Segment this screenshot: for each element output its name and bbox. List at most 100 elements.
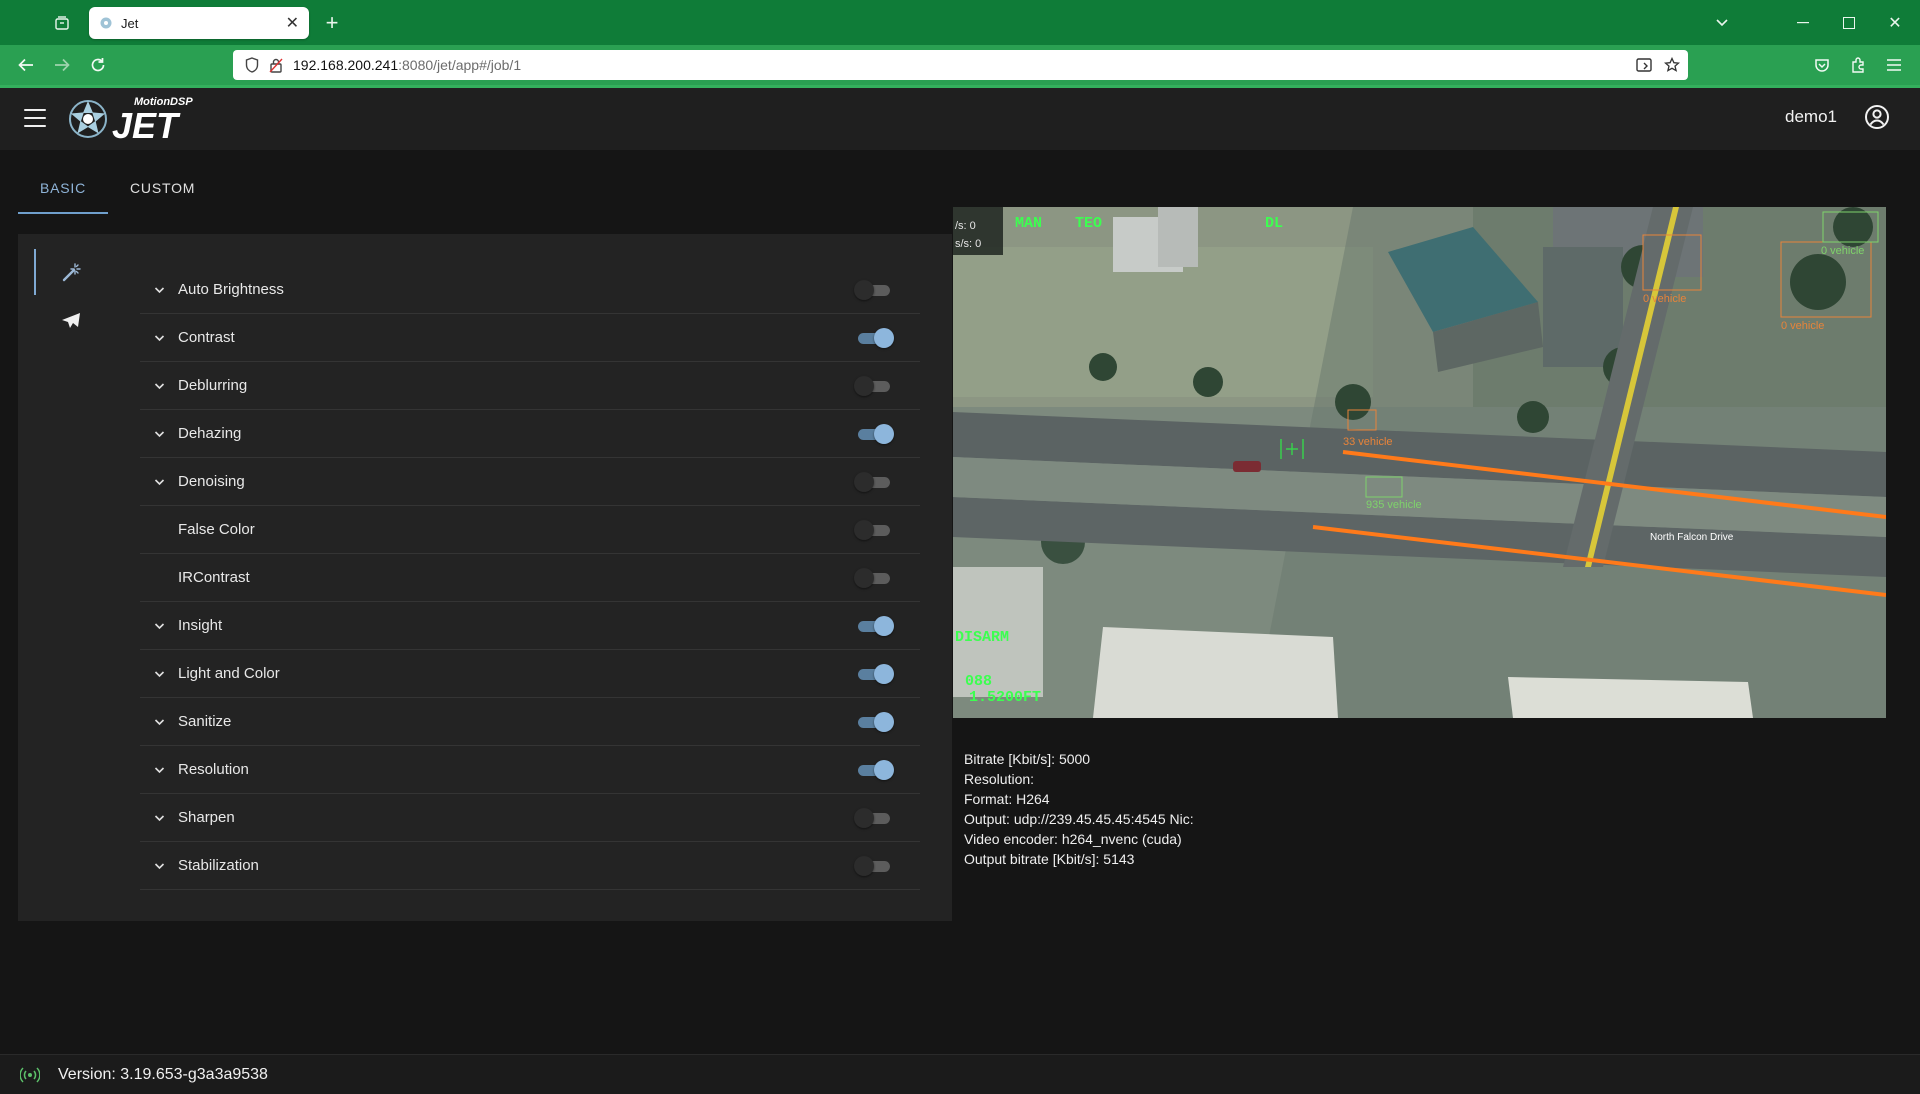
- stat-line: Resolution:: [964, 769, 1194, 789]
- chevron-down-icon[interactable]: [140, 334, 178, 342]
- stat-label: Output:: [964, 811, 1010, 827]
- stream-stats: Bitrate [Kbit/s]: 5000 Resolution: Format…: [964, 749, 1194, 869]
- filter-label: Deblurring: [178, 377, 248, 394]
- filter-toggle[interactable]: [854, 376, 894, 396]
- filter-toggle[interactable]: [854, 280, 894, 300]
- filter-row[interactable]: Light and Color: [140, 650, 920, 698]
- filter-label: Stabilization: [178, 857, 259, 874]
- pocket-icon[interactable]: [1808, 45, 1836, 85]
- stat-label: Output bitrate [Kbit/s]:: [964, 851, 1100, 867]
- filter-toggle[interactable]: [854, 424, 894, 444]
- chevron-down-icon[interactable]: [140, 766, 178, 774]
- filter-row[interactable]: Sanitize: [140, 698, 920, 746]
- filter-row[interactable]: IRContrast: [140, 554, 920, 602]
- stat-line: Output bitrate [Kbit/s]: 5143: [964, 849, 1194, 869]
- chevron-down-icon[interactable]: [140, 430, 178, 438]
- filter-row[interactable]: Contrast: [140, 314, 920, 362]
- filter-label: Sharpen: [178, 809, 235, 826]
- insecure-lock-icon[interactable]: [269, 57, 283, 73]
- stat-value: 5000: [1058, 751, 1091, 767]
- mode-tabs: BASIC CUSTOM: [18, 170, 217, 214]
- filter-label: Sanitize: [178, 713, 232, 730]
- bookmark-star-icon[interactable]: [1664, 50, 1680, 80]
- chevron-down-icon[interactable]: [140, 814, 178, 822]
- chevron-down-icon[interactable]: [1708, 0, 1736, 45]
- chevron-down-icon[interactable]: [140, 622, 178, 630]
- filter-toggle[interactable]: [854, 856, 894, 876]
- filter-row[interactable]: Denoising: [140, 458, 920, 506]
- shield-icon[interactable]: [245, 57, 259, 73]
- browser-nav-bar: 192.168.200.241:8080/jet/app#/job/1: [0, 45, 1920, 85]
- chevron-down-icon[interactable]: [140, 286, 178, 294]
- account-circle-icon[interactable]: [1864, 104, 1890, 130]
- filter-toggle[interactable]: [854, 568, 894, 588]
- filter-row[interactable]: Dehazing: [140, 410, 920, 458]
- close-tab-icon[interactable]: ✕: [286, 13, 299, 33]
- username[interactable]: demo1: [1785, 107, 1837, 127]
- airplane-icon[interactable]: [60, 310, 82, 332]
- filter-row[interactable]: Resolution: [140, 746, 920, 794]
- maximize-window-icon[interactable]: [1832, 0, 1866, 45]
- chevron-down-icon[interactable]: [140, 862, 178, 870]
- back-icon[interactable]: [12, 45, 40, 85]
- filter-row[interactable]: Insight: [140, 602, 920, 650]
- video-preview[interactable]: /s: 0 s/s: 0 MAN TEO DL DISARM 088 1.520…: [953, 207, 1886, 718]
- stat-value: 5143: [1103, 851, 1135, 867]
- hamburger-menu-icon[interactable]: [24, 109, 46, 127]
- filter-toggle[interactable]: [854, 664, 894, 684]
- reader-view-icon[interactable]: [1636, 50, 1652, 80]
- detection-label: 0 vehicle: [1781, 320, 1824, 332]
- forward-icon[interactable]: [48, 45, 76, 85]
- minimize-window-icon[interactable]: [1786, 0, 1820, 45]
- jet-favicon-icon: [100, 17, 112, 29]
- filter-label: Denoising: [178, 473, 245, 490]
- filter-label: Contrast: [178, 329, 235, 346]
- filter-list: Auto Brightness Contrast Deblurring Dehazin…: [140, 266, 920, 890]
- chevron-down-icon[interactable]: [140, 478, 178, 486]
- extensions-icon[interactable]: [1844, 45, 1872, 85]
- stat-line: Format: H264: [964, 789, 1194, 809]
- magic-wand-icon[interactable]: [60, 262, 82, 284]
- close-window-icon[interactable]: ✕: [1878, 0, 1912, 45]
- chevron-down-icon[interactable]: [140, 718, 178, 726]
- filter-row[interactable]: False Color: [140, 506, 920, 554]
- hud-text: 088: [965, 673, 992, 690]
- url-host: 192.168.200.241: [293, 57, 399, 73]
- detection-label: 0 vehicle: [1643, 293, 1686, 305]
- filter-row[interactable]: Sharpen: [140, 794, 920, 842]
- filter-toggle[interactable]: [854, 328, 894, 348]
- filter-toggle[interactable]: [854, 472, 894, 492]
- filter-row[interactable]: Auto Brightness: [140, 266, 920, 314]
- filter-label: Resolution: [178, 761, 249, 778]
- hud-text: MAN: [1015, 215, 1042, 232]
- stat-line: Bitrate [Kbit/s]: 5000: [964, 749, 1194, 769]
- tab-overview-icon[interactable]: [46, 0, 78, 45]
- browser-tab[interactable]: Jet ✕: [89, 7, 309, 39]
- filter-toggle[interactable]: [854, 760, 894, 780]
- filter-toggle[interactable]: [854, 616, 894, 636]
- filter-label: Dehazing: [178, 425, 242, 442]
- filter-toggle[interactable]: [854, 520, 894, 540]
- chevron-down-icon[interactable]: [140, 670, 178, 678]
- hud-text: 1.5200FT: [969, 689, 1041, 706]
- detection-label: 935 vehicle: [1366, 499, 1422, 511]
- address-bar[interactable]: 192.168.200.241:8080/jet/app#/job/1: [233, 50, 1688, 80]
- filter-toggle[interactable]: [854, 808, 894, 828]
- stat-line: Output: udp://239.45.45.45:4545 Nic:: [964, 809, 1194, 829]
- browser-tab-bar: Jet ✕ + ✕: [0, 0, 1920, 45]
- reload-icon[interactable]: [84, 45, 112, 85]
- filter-row[interactable]: Deblurring: [140, 362, 920, 410]
- tab-basic[interactable]: BASIC: [18, 170, 109, 214]
- logo-product-text: JET: [112, 105, 181, 145]
- app-menu-icon[interactable]: [1880, 45, 1908, 85]
- filter-row[interactable]: Stabilization: [140, 842, 920, 890]
- filter-toggle[interactable]: [854, 712, 894, 732]
- stat-value: udp://239.45.45.45:4545 Nic:: [1013, 811, 1194, 827]
- active-section-indicator: [34, 249, 36, 295]
- filter-panel: Auto Brightness Contrast Deblurring Dehazin…: [18, 234, 952, 921]
- filter-label: Auto Brightness: [178, 281, 284, 298]
- version-text: Version: 3.19.653-g3a3a9538: [58, 1066, 268, 1083]
- tab-custom[interactable]: CUSTOM: [108, 170, 217, 214]
- new-tab-icon[interactable]: +: [318, 0, 346, 45]
- chevron-down-icon[interactable]: [140, 382, 178, 390]
